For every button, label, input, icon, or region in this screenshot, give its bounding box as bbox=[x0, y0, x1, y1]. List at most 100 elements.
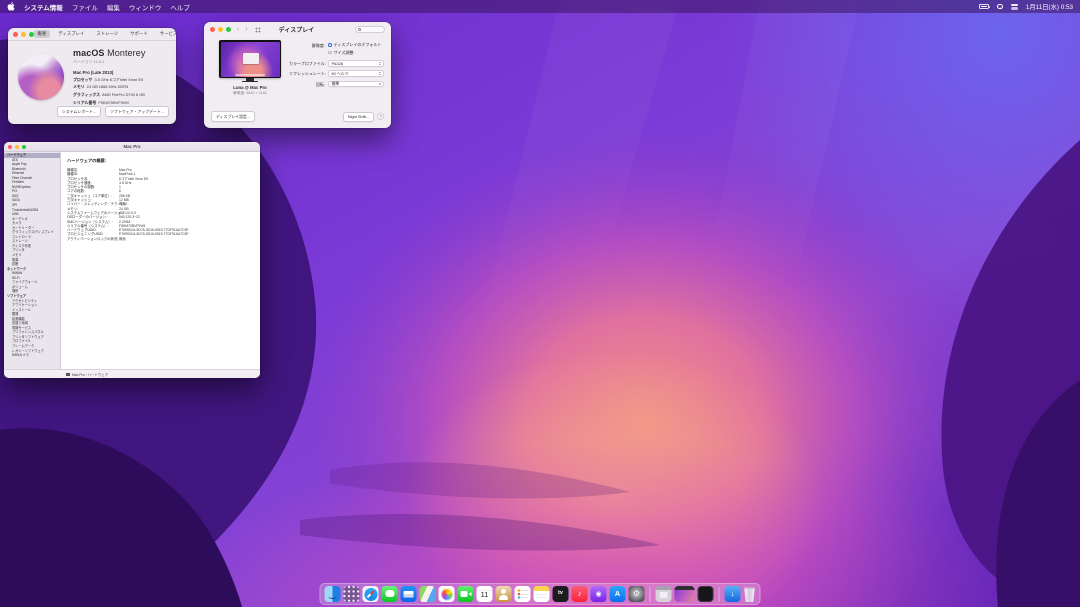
system-report-button[interactable]: システムレポート... bbox=[57, 106, 101, 117]
minimize-button[interactable] bbox=[21, 32, 26, 37]
stepper-icon bbox=[378, 72, 383, 75]
dock-divider bbox=[719, 587, 720, 602]
menu-bar-clock[interactable]: 1月11日(水) 0:53 bbox=[1026, 2, 1073, 11]
spotlight-icon[interactable] bbox=[997, 4, 1003, 10]
refresh-rate-select[interactable]: 60 ヘルツ bbox=[328, 70, 384, 77]
menu-bar: システム情報ファイル編集ウィンドウヘルプ 1月11日(水) 0:53 bbox=[0, 0, 1080, 13]
minimize-button[interactable] bbox=[218, 27, 223, 32]
about-tab[interactable]: ディスプレイ bbox=[55, 30, 88, 38]
about-specs: プロセッサ 3.5 GHz 6コアIntel Xeon E5 メモリ 24 GB… bbox=[73, 77, 145, 106]
dock-podcasts-icon[interactable]: ◉ bbox=[591, 586, 607, 602]
dock-messages-icon[interactable] bbox=[382, 586, 398, 602]
hardware-overview-pane: ハードウェアの概要: 機種名: Mac Pro 機種ID: MacPro6,1 bbox=[61, 152, 260, 369]
back-forward-buttons[interactable]: ‹ › bbox=[237, 26, 250, 33]
about-titlebar: 概要ディスプレイストレージサポートサービス bbox=[8, 28, 176, 41]
dock-minimized-window-icon[interactable] bbox=[656, 586, 672, 602]
mac-model: Mac Pro (Late 2013) bbox=[73, 70, 145, 75]
spec-row: グラフィックス AMD FirePro D700 6 GB bbox=[73, 92, 145, 98]
breadcrumb: Mac Pro › ハードウェア bbox=[72, 372, 108, 377]
menu-item[interactable]: ウィンドウ bbox=[129, 2, 162, 12]
battery-icon[interactable] bbox=[979, 4, 989, 9]
search-icon bbox=[358, 28, 361, 31]
dock-tv-icon[interactable]: tv bbox=[553, 586, 569, 602]
show-all-grid-icon[interactable] bbox=[255, 27, 261, 33]
spec-row: メモリ 24 GB 1866 MHz DDR3 bbox=[73, 84, 145, 90]
os-name: macOS Monterey bbox=[73, 48, 145, 58]
menu-items-container: システム情報ファイル編集ウィンドウヘルプ bbox=[24, 2, 190, 12]
dock-safari-icon[interactable] bbox=[363, 586, 379, 602]
window-controls bbox=[210, 27, 231, 32]
resolution-default-radio[interactable]: ディスプレイのデフォルト bbox=[328, 42, 381, 48]
dock-system-preferences-icon[interactable]: ⚙ bbox=[629, 586, 645, 602]
about-this-mac-window: 概要ディスプレイストレージサポートサービス macOS Monterey バージ… bbox=[8, 28, 176, 124]
dock-trash-icon[interactable] bbox=[744, 586, 756, 602]
display-name: Luna @ Mac Pro bbox=[233, 85, 267, 90]
rotation-label: 回転: bbox=[289, 82, 325, 88]
stepper-icon bbox=[378, 82, 383, 85]
dock-facetime-icon[interactable] bbox=[458, 586, 474, 602]
display-settings-button[interactable]: ディスプレイ設定... bbox=[211, 111, 255, 122]
dock-downloads-icon[interactable]: ↓ bbox=[725, 586, 741, 602]
about-tab[interactable]: サービス bbox=[156, 30, 181, 38]
menu-item[interactable]: ファイル bbox=[72, 2, 98, 12]
dock-minimized-display-window-icon[interactable] bbox=[675, 586, 695, 602]
sysinfo-sidebar: ハードウェア ATA Apple Pay Bluetooth bbox=[4, 152, 61, 369]
software-update-button[interactable]: ソフトウェア・アップデート... bbox=[105, 106, 169, 117]
control-center-icon[interactable] bbox=[1011, 4, 1018, 10]
menu-item[interactable]: ヘルプ bbox=[170, 2, 190, 12]
rotation-select[interactable]: 標準 bbox=[328, 81, 384, 88]
computer-icon bbox=[66, 373, 70, 376]
display-preview bbox=[219, 40, 281, 78]
dock-launchpad-icon[interactable] bbox=[344, 586, 360, 602]
dock-app-store-icon[interactable]: A bbox=[610, 586, 626, 602]
dock-maps-icon[interactable] bbox=[420, 586, 436, 602]
help-button[interactable]: ? bbox=[377, 113, 384, 120]
about-tabs: 概要ディスプレイストレージサポートサービス bbox=[34, 30, 181, 38]
dock-notes-icon[interactable] bbox=[534, 586, 550, 602]
dock-minimized-dark-window-icon[interactable] bbox=[698, 586, 714, 602]
overview-title: ハードウェアの概要: bbox=[67, 158, 256, 164]
zoom-button[interactable] bbox=[226, 27, 231, 32]
dock-photos-icon[interactable] bbox=[439, 586, 455, 602]
spec-row: プロセッサ 3.5 GHz 6コアIntel Xeon E5 bbox=[73, 77, 145, 83]
about-tab[interactable]: ストレージ bbox=[93, 30, 122, 38]
hardware-overview-rows: 機種名: Mac Pro 機種ID: MacPro6,1 プロセッサ名: 6コア… bbox=[67, 168, 256, 241]
dock: 11 tv♪◉A⚙ ↓ bbox=[320, 583, 761, 605]
close-button[interactable] bbox=[210, 27, 215, 32]
apple-menu-icon[interactable] bbox=[7, 2, 15, 11]
dock-music-icon[interactable]: ♪ bbox=[572, 586, 588, 602]
dock-reminders-icon[interactable] bbox=[515, 586, 531, 602]
dock-mail-icon[interactable] bbox=[401, 586, 417, 602]
radio-unselected-icon bbox=[328, 51, 332, 55]
night-shift-button[interactable]: Night Shift... bbox=[343, 112, 374, 122]
color-profile-label: カラープロファイル: bbox=[289, 61, 325, 67]
color-profile-select[interactable]: PA328 bbox=[328, 60, 384, 67]
desktop: システム情報ファイル編集ウィンドウヘルプ 1月11日(水) 0:53 概要ディス… bbox=[0, 0, 1080, 607]
window-controls bbox=[13, 32, 34, 37]
stepper-icon bbox=[378, 62, 383, 65]
resolution-label: 解像度: bbox=[289, 43, 325, 49]
displays-preferences-window: ‹ › ディスプレイ Luna @ Mac Pro 解像度: 3840 × 21… bbox=[204, 22, 391, 128]
dock-calendar-icon[interactable]: 11 bbox=[477, 586, 493, 602]
system-information-window: Mac Pro ハードウェア ATA Apple Pay bbox=[4, 142, 260, 378]
search-field[interactable] bbox=[355, 26, 385, 33]
radio-selected-icon bbox=[328, 43, 332, 47]
about-tab[interactable]: 概要 bbox=[34, 30, 50, 38]
close-button[interactable] bbox=[13, 32, 18, 37]
about-tab[interactable]: サポート bbox=[127, 30, 152, 38]
dock-finder-icon[interactable] bbox=[325, 586, 341, 602]
os-version: バージョン 12.6.1 bbox=[73, 59, 145, 65]
window-title: ディスプレイ bbox=[279, 25, 315, 34]
sysinfo-sidebar-item[interactable]: RAWカメラ bbox=[4, 353, 60, 358]
dock-divider bbox=[650, 587, 651, 602]
display-resolution-text: 解像度: 3840 × 2160 bbox=[233, 91, 267, 96]
window-title: Mac Pro bbox=[4, 144, 260, 149]
menu-item[interactable]: 編集 bbox=[107, 2, 120, 12]
menu-item[interactable]: システム情報 bbox=[24, 2, 63, 12]
spec-row: シリアル番号 F5KM70BVF9VM bbox=[73, 100, 145, 106]
monterey-logo bbox=[18, 54, 64, 100]
displays-toolbar: ‹ › ディスプレイ bbox=[204, 22, 391, 37]
sysinfo-titlebar: Mac Pro bbox=[4, 142, 260, 152]
resolution-scaled-radio[interactable]: サイズ調整 bbox=[328, 50, 381, 56]
dock-contacts-icon[interactable] bbox=[496, 586, 512, 602]
